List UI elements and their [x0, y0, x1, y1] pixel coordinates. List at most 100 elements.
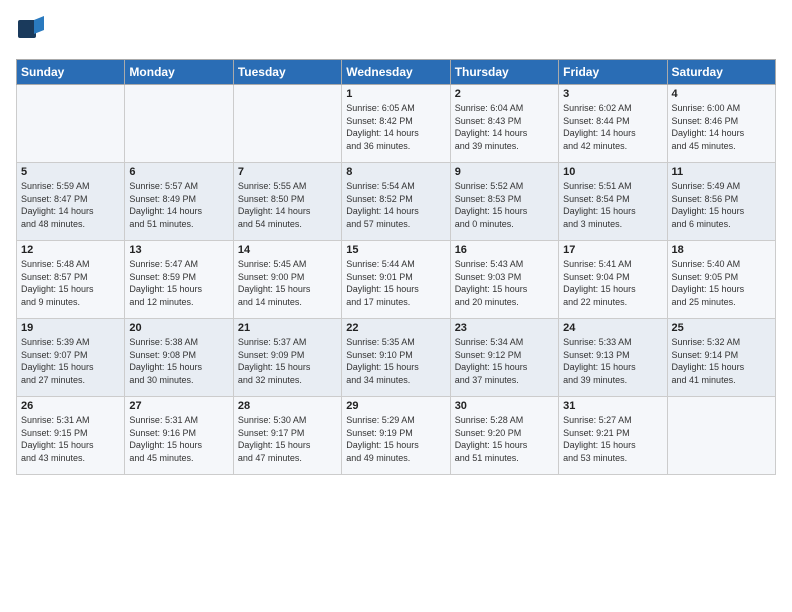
calendar-cell: 2Sunrise: 6:04 AM Sunset: 8:43 PM Daylig… — [450, 85, 558, 163]
calendar-cell: 8Sunrise: 5:54 AM Sunset: 8:52 PM Daylig… — [342, 163, 450, 241]
calendar-cell: 10 Sunrise: 5:51 AM Sunset: 8:54 PM Dayli… — [559, 163, 667, 241]
calendar-cell: 13 Sunrise: 5:47 AM Sunset: 8:59 PM Dayli… — [125, 241, 233, 319]
day-info: Sunrise: 5:27 AM Sunset: 9:21 PM Dayligh… — [563, 415, 636, 463]
day-number: 25 — [672, 322, 771, 334]
calendar-cell: 26 Sunrise: 5:31 AM Sunset: 9:15 PM Dayli… — [17, 397, 125, 475]
day-number: 26 — [21, 400, 120, 412]
calendar-cell — [233, 85, 341, 163]
weekday-header-row: SundayMondayTuesdayWednesdayThursdayFrid… — [17, 60, 776, 85]
day-number: 7 — [238, 166, 337, 178]
calendar-cell: 21 Sunrise: 5:37 AM Sunset: 9:09 PM Dayli… — [233, 319, 341, 397]
day-number: 31 — [563, 400, 662, 412]
calendar-week-row: 5 Sunrise: 5:59 AM Sunset: 8:47 PM Daylig… — [17, 163, 776, 241]
day-info: Sunrise: 6:00 AM Sunset: 8:46 PM Dayligh… — [672, 103, 745, 151]
calendar-body: 1 Sunrise: 6:05 AM Sunset: 8:42 PM Daylig… — [17, 85, 776, 475]
day-number: 30 — [455, 400, 554, 412]
day-info: Sunrise: 5:35 AM Sunset: 9:10 PM Dayligh… — [346, 337, 419, 385]
day-info: Sunrise: 5:30 AM Sunset: 9:17 PM Dayligh… — [238, 415, 311, 463]
calendar-week-row: 19Sunrise: 5:39 AM Sunset: 9:07 PM Dayli… — [17, 319, 776, 397]
calendar-cell: 25Sunrise: 5:32 AM Sunset: 9:14 PM Dayli… — [667, 319, 775, 397]
day-number: 1 — [346, 88, 445, 100]
day-number: 3 — [563, 88, 662, 100]
calendar-cell: 22 Sunrise: 5:35 AM Sunset: 9:10 PM Dayli… — [342, 319, 450, 397]
day-info: Sunrise: 5:44 AM Sunset: 9:01 PM Dayligh… — [346, 259, 419, 307]
day-info: Sunrise: 5:45 AM Sunset: 9:00 PM Dayligh… — [238, 259, 311, 307]
calendar-week-row: 26 Sunrise: 5:31 AM Sunset: 9:15 PM Dayli… — [17, 397, 776, 475]
calendar-cell: 12 Sunrise: 5:48 AM Sunset: 8:57 PM Dayli… — [17, 241, 125, 319]
calendar-cell — [17, 85, 125, 163]
day-number: 18 — [672, 244, 771, 256]
day-number: 12 — [21, 244, 120, 256]
day-info: Sunrise: 5:40 AM Sunset: 9:05 PM Dayligh… — [672, 259, 745, 307]
day-number: 17 — [563, 244, 662, 256]
calendar-cell: 30 Sunrise: 5:28 AM Sunset: 9:20 PM Dayli… — [450, 397, 558, 475]
day-number: 19 — [21, 322, 120, 334]
calendar-cell: 14 Sunrise: 5:45 AM Sunset: 9:00 PM Dayli… — [233, 241, 341, 319]
day-info: Sunrise: 5:48 AM Sunset: 8:57 PM Dayligh… — [21, 259, 94, 307]
day-number: 11 — [672, 166, 771, 178]
day-number: 21 — [238, 322, 337, 334]
day-number: 16 — [455, 244, 554, 256]
day-info: Sunrise: 5:43 AM Sunset: 9:03 PM Dayligh… — [455, 259, 528, 307]
day-info: Sunrise: 5:31 AM Sunset: 9:16 PM Dayligh… — [129, 415, 202, 463]
calendar-cell: 27 Sunrise: 5:31 AM Sunset: 9:16 PM Dayli… — [125, 397, 233, 475]
day-number: 10 — [563, 166, 662, 178]
calendar-cell: 28 Sunrise: 5:30 AM Sunset: 9:17 PM Dayli… — [233, 397, 341, 475]
logo — [16, 12, 50, 49]
day-info: Sunrise: 5:59 AM Sunset: 8:47 PM Dayligh… — [21, 181, 94, 229]
day-number: 27 — [129, 400, 228, 412]
day-number: 8 — [346, 166, 445, 178]
calendar-cell: 17Sunrise: 5:41 AM Sunset: 9:04 PM Dayli… — [559, 241, 667, 319]
day-number: 6 — [129, 166, 228, 178]
day-info: Sunrise: 5:52 AM Sunset: 8:53 PM Dayligh… — [455, 181, 528, 229]
logo-icon — [16, 12, 48, 44]
calendar-cell: 4Sunrise: 6:00 AM Sunset: 8:46 PM Daylig… — [667, 85, 775, 163]
calendar-cell: 1 Sunrise: 6:05 AM Sunset: 8:42 PM Daylig… — [342, 85, 450, 163]
day-number: 24 — [563, 322, 662, 334]
calendar-cell: 16 Sunrise: 5:43 AM Sunset: 9:03 PM Dayli… — [450, 241, 558, 319]
calendar-cell — [667, 397, 775, 475]
calendar-cell: 7Sunrise: 5:55 AM Sunset: 8:50 PM Daylig… — [233, 163, 341, 241]
calendar-cell: 18 Sunrise: 5:40 AM Sunset: 9:05 PM Dayli… — [667, 241, 775, 319]
day-info: Sunrise: 5:51 AM Sunset: 8:54 PM Dayligh… — [563, 181, 636, 229]
day-info: Sunrise: 6:05 AM Sunset: 8:42 PM Dayligh… — [346, 103, 419, 151]
calendar-cell: 19Sunrise: 5:39 AM Sunset: 9:07 PM Dayli… — [17, 319, 125, 397]
calendar-table: SundayMondayTuesdayWednesdayThursdayFrid… — [16, 59, 776, 475]
day-number: 13 — [129, 244, 228, 256]
day-number: 9 — [455, 166, 554, 178]
day-number: 28 — [238, 400, 337, 412]
day-info: Sunrise: 5:57 AM Sunset: 8:49 PM Dayligh… — [129, 181, 202, 229]
day-info: Sunrise: 5:29 AM Sunset: 9:19 PM Dayligh… — [346, 415, 419, 463]
weekday-header-cell: Monday — [125, 60, 233, 85]
calendar-cell: 20 Sunrise: 5:38 AM Sunset: 9:08 PM Dayli… — [125, 319, 233, 397]
day-number: 5 — [21, 166, 120, 178]
page-container: SundayMondayTuesdayWednesdayThursdayFrid… — [0, 0, 792, 483]
day-number: 20 — [129, 322, 228, 334]
day-number: 14 — [238, 244, 337, 256]
day-info: Sunrise: 5:38 AM Sunset: 9:08 PM Dayligh… — [129, 337, 202, 385]
calendar-week-row: 12 Sunrise: 5:48 AM Sunset: 8:57 PM Dayli… — [17, 241, 776, 319]
calendar-cell: 15Sunrise: 5:44 AM Sunset: 9:01 PM Dayli… — [342, 241, 450, 319]
day-info: Sunrise: 6:04 AM Sunset: 8:43 PM Dayligh… — [455, 103, 528, 151]
calendar-cell: 6 Sunrise: 5:57 AM Sunset: 8:49 PM Daylig… — [125, 163, 233, 241]
calendar-cell: 3Sunrise: 6:02 AM Sunset: 8:44 PM Daylig… — [559, 85, 667, 163]
day-info: Sunrise: 5:37 AM Sunset: 9:09 PM Dayligh… — [238, 337, 311, 385]
weekday-header-cell: Wednesday — [342, 60, 450, 85]
calendar-cell: 31 Sunrise: 5:27 AM Sunset: 9:21 PM Dayli… — [559, 397, 667, 475]
calendar-cell: 24 Sunrise: 5:33 AM Sunset: 9:13 PM Dayli… — [559, 319, 667, 397]
calendar-cell: 11Sunrise: 5:49 AM Sunset: 8:56 PM Dayli… — [667, 163, 775, 241]
weekday-header-cell: Thursday — [450, 60, 558, 85]
calendar-cell: 9 Sunrise: 5:52 AM Sunset: 8:53 PM Daylig… — [450, 163, 558, 241]
day-number: 22 — [346, 322, 445, 334]
day-info: Sunrise: 5:31 AM Sunset: 9:15 PM Dayligh… — [21, 415, 94, 463]
day-number: 23 — [455, 322, 554, 334]
calendar-cell — [125, 85, 233, 163]
day-info: Sunrise: 5:33 AM Sunset: 9:13 PM Dayligh… — [563, 337, 636, 385]
header — [16, 12, 776, 49]
day-info: Sunrise: 5:47 AM Sunset: 8:59 PM Dayligh… — [129, 259, 202, 307]
weekday-header-cell: Sunday — [17, 60, 125, 85]
calendar-cell: 23Sunrise: 5:34 AM Sunset: 9:12 PM Dayli… — [450, 319, 558, 397]
calendar-cell: 5 Sunrise: 5:59 AM Sunset: 8:47 PM Daylig… — [17, 163, 125, 241]
day-number: 29 — [346, 400, 445, 412]
day-info: Sunrise: 5:28 AM Sunset: 9:20 PM Dayligh… — [455, 415, 528, 463]
